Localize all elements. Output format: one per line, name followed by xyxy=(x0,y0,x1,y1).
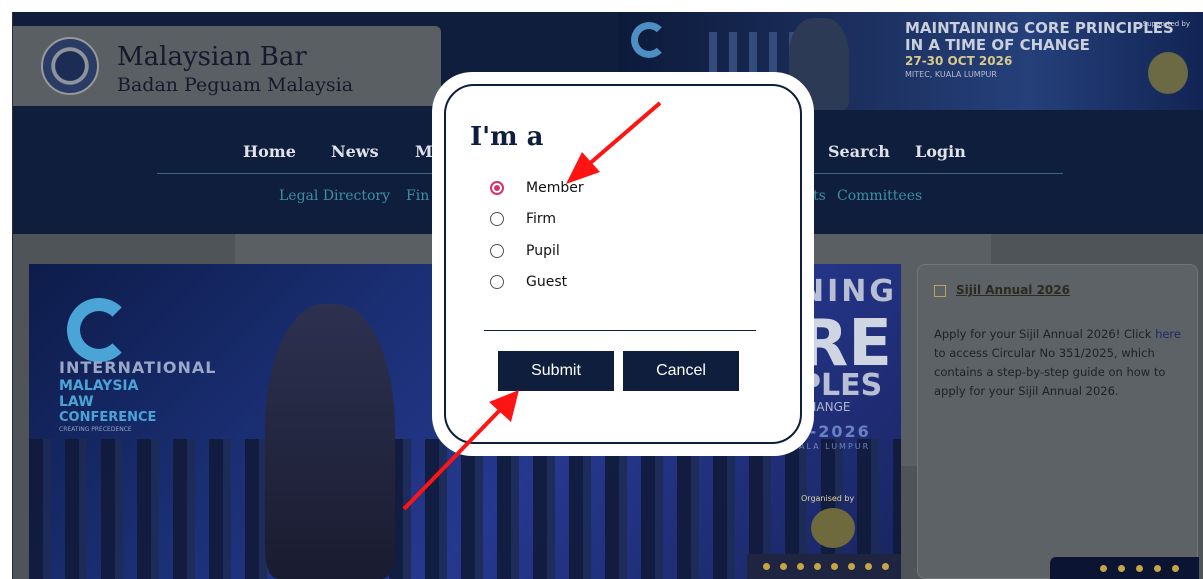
slider-dot[interactable] xyxy=(780,563,787,570)
conference-logo-icon xyxy=(631,22,667,58)
card-dot[interactable] xyxy=(1172,565,1179,572)
banner-line-1: MAINTAINING CORE PRINCIPLES xyxy=(905,19,1174,37)
modal-title: I'm a xyxy=(470,122,544,152)
supporter-crest-icon xyxy=(1148,52,1188,94)
subnav-committees[interactable]: Committees xyxy=(837,188,922,204)
announcement-text: Apply for your Sijil Annual 2026! Click … xyxy=(934,325,1189,401)
nav-news[interactable]: News xyxy=(331,142,379,161)
conference-logo-icon xyxy=(67,298,131,362)
card-dot[interactable] xyxy=(1100,565,1107,572)
option-guest[interactable]: Guest xyxy=(490,272,567,292)
announcement-text-start: Apply for your Sijil Annual 2026! Click xyxy=(934,327,1156,341)
option-label: Guest xyxy=(526,274,568,290)
slider-organised-by: Organised by xyxy=(801,494,855,503)
subnav-ts-partial[interactable]: ts xyxy=(813,188,826,204)
slider-right-line-6: ALA LUMPUR xyxy=(799,442,871,451)
option-firm[interactable]: Firm xyxy=(490,209,556,229)
subnav-legal-directory[interactable]: Legal Directory xyxy=(279,188,390,204)
banner-supported-by: Supported by xyxy=(1142,20,1190,28)
member-radio[interactable] xyxy=(490,181,504,195)
calendar-icon xyxy=(934,285,946,297)
banner-line-3: 27-30 OCT 2026 xyxy=(905,54,1013,68)
card-dot[interactable] xyxy=(1118,565,1125,572)
slider-tagline: CREATING PRECEDENCE xyxy=(59,426,132,433)
role-select-modal: I'm a Member Firm Pupil Guest Submit Can… xyxy=(432,72,814,456)
lady-justice-image xyxy=(265,304,395,579)
slider-dot[interactable] xyxy=(797,563,804,570)
here-link[interactable]: here xyxy=(1155,327,1181,341)
slider-title-line-2: MALAYSIA xyxy=(59,378,139,394)
slider-dot[interactable] xyxy=(848,563,855,570)
announcement-card: Sijil Annual 2026 Apply for your Sijil A… xyxy=(917,264,1199,579)
slider-dot[interactable] xyxy=(814,563,821,570)
banner-line-4: MITEC, KUALA LUMPUR xyxy=(905,70,997,79)
modal-divider xyxy=(484,330,756,331)
subnav-fin-partial[interactable]: Fin xyxy=(406,188,429,204)
bar-seal-icon xyxy=(41,37,99,95)
logo-subtitle: Badan Peguam Malaysia xyxy=(117,74,354,96)
firm-radio[interactable] xyxy=(490,212,504,226)
card-dot[interactable] xyxy=(1154,565,1161,572)
option-member[interactable]: Member xyxy=(490,178,584,198)
announcement-link[interactable]: Sijil Annual 2026 xyxy=(956,283,1070,297)
pupil-radio[interactable] xyxy=(490,244,504,258)
slider-dot[interactable] xyxy=(882,563,889,570)
nav-home[interactable]: Home xyxy=(243,142,296,161)
site-logo[interactable]: Malaysian Bar Badan Peguam Malaysia xyxy=(13,26,441,106)
logo-title: Malaysian Bar xyxy=(117,42,307,72)
nav-search[interactable]: Search xyxy=(828,142,890,161)
slider-title-line-3: LAW xyxy=(59,394,94,410)
slider-pagination xyxy=(747,554,901,579)
option-label: Pupil xyxy=(526,243,560,259)
nav-m-partial[interactable]: M xyxy=(415,142,433,161)
announcement-text-end: to access Circular No 351/2025, which co… xyxy=(934,346,1166,398)
card-dot[interactable] xyxy=(1136,565,1143,572)
card-pagination xyxy=(1050,557,1199,579)
option-label: Member xyxy=(526,180,584,196)
slider-title-line-4: CONFERENCE xyxy=(59,410,157,425)
cancel-button[interactable]: Cancel xyxy=(623,351,739,391)
option-pupil[interactable]: Pupil xyxy=(490,241,560,261)
submit-button[interactable]: Submit xyxy=(498,351,614,391)
slider-dot[interactable] xyxy=(831,563,838,570)
option-label: Firm xyxy=(526,211,557,227)
guest-radio[interactable] xyxy=(490,275,504,289)
slider-dot[interactable] xyxy=(865,563,872,570)
nav-login[interactable]: Login xyxy=(915,142,966,161)
organiser-emblem-icon xyxy=(811,508,855,548)
banner-line-2: IN A TIME OF CHANGE xyxy=(905,36,1090,54)
slider-dot[interactable] xyxy=(763,563,770,570)
slider-title-line-1: INTERNATIONAL xyxy=(59,358,217,377)
